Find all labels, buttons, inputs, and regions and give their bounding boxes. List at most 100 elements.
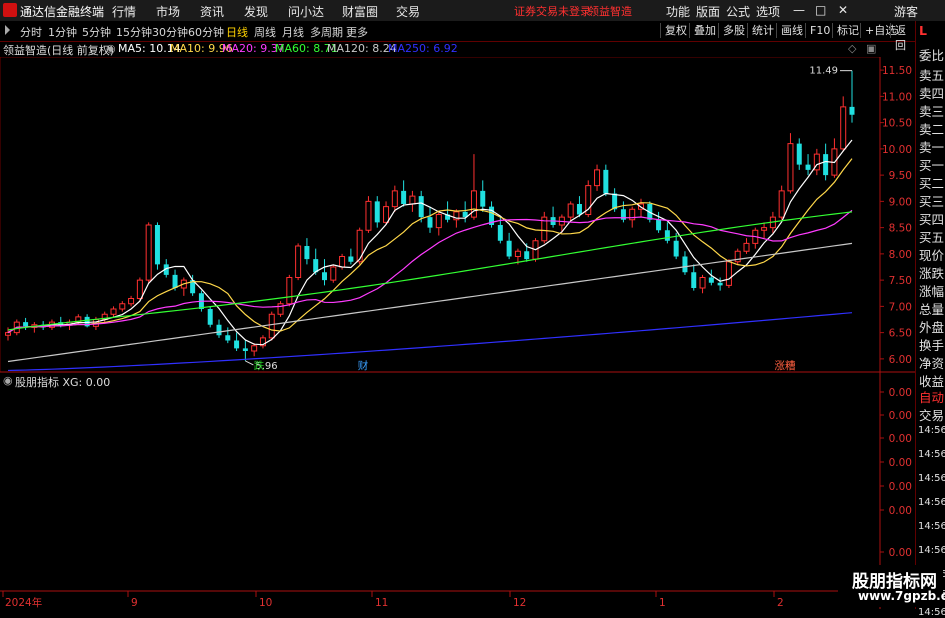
high-label: 11.49 — [809, 66, 838, 77]
quote-label: 买三 — [919, 194, 945, 209]
menu-ask[interactable]: 问小达 — [288, 3, 324, 20]
app-title: 通达信金融终端 — [20, 5, 105, 19]
date-label: 2024年 — [5, 596, 42, 609]
tab-daily[interactable]: 日线 — [226, 24, 248, 40]
quote-label: 卖四 — [919, 86, 945, 101]
quote-label: 总量 — [919, 302, 945, 317]
quote-label: 净资 — [919, 356, 945, 371]
candle-body — [119, 303, 126, 310]
candle-body — [823, 154, 829, 176]
candle-body — [5, 332, 11, 336]
watermark: 股朋指标网 www.7gpzb.com — [838, 565, 945, 607]
stock-name: 领益智造 — [588, 5, 632, 18]
tab-timeshare[interactable]: 分时 — [20, 24, 42, 40]
candle-body — [673, 240, 679, 257]
overlay-button[interactable]: 叠加 — [689, 23, 720, 38]
mark-button[interactable]: 标记 — [832, 23, 863, 38]
tab-1min[interactable]: 1分钟 — [48, 24, 77, 40]
menu-options[interactable]: 选项 — [756, 3, 780, 20]
candle-body — [172, 274, 178, 288]
price-tick-label: 11.00 — [882, 91, 912, 103]
quote-label: 卖三 — [919, 104, 945, 119]
tab-weekly[interactable]: 周线 — [254, 24, 276, 40]
multi-stock-button[interactable]: 多股 — [718, 23, 749, 38]
menu-wealth[interactable]: 财富圈 — [342, 3, 378, 20]
indicator-settings-icon[interactable]: ◉ — [3, 374, 13, 387]
candle-body — [348, 256, 354, 262]
candle-body — [322, 272, 327, 281]
candle-body — [391, 190, 398, 208]
candle-body — [725, 261, 732, 286]
ma120-label: MA120: 8.24 — [327, 42, 397, 55]
quote-label: 外盘 — [919, 320, 945, 335]
kline-chart[interactable]: 11.5011.0010.5010.009.509.008.508.007.50… — [0, 57, 915, 609]
candle-body — [787, 143, 794, 192]
menu-function[interactable]: 功能 — [666, 3, 690, 20]
menu-news[interactable]: 资讯 — [200, 3, 224, 20]
candle-body — [427, 217, 433, 228]
collapse-icon[interactable] — [5, 25, 10, 35]
menu-trade[interactable]: 交易 — [396, 3, 420, 20]
candle-body — [365, 200, 372, 231]
candle-body — [409, 195, 416, 205]
quote-label: 卖二 — [919, 122, 945, 137]
sub-tick-label: 0.00 — [889, 505, 912, 517]
price-tick-label: 6.00 — [889, 354, 912, 366]
maximize-button[interactable]: □ — [815, 3, 826, 17]
panel-toggle-icon[interactable]: ▣ — [866, 42, 876, 55]
tab-30min[interactable]: 30分钟 — [152, 24, 188, 40]
menu-discover[interactable]: 发现 — [244, 3, 268, 20]
candle-body — [664, 230, 670, 241]
price-tick-label: 7.00 — [889, 301, 912, 313]
event-marker: 财 — [358, 359, 369, 372]
quote-label: 14:56 — [918, 497, 945, 508]
menu-layout[interactable]: 版面 — [696, 3, 720, 20]
quote-label[interactable]: 自动 — [919, 387, 944, 406]
quote-label: 14:56 — [918, 425, 945, 436]
tab-monthly[interactable]: 月线 — [282, 24, 304, 40]
candle-body — [383, 206, 390, 223]
price-tick-label: 9.00 — [889, 196, 912, 208]
sub-tick-label: 0.00 — [889, 433, 912, 445]
date-label: 9 — [131, 597, 138, 609]
date-label: 11 — [375, 597, 388, 609]
low-pointer — [245, 360, 254, 366]
candle-body — [418, 196, 424, 218]
stats-button[interactable]: 统计 — [747, 23, 778, 38]
date-label: 1 — [659, 597, 666, 609]
quote-label[interactable]: 交易 — [919, 405, 944, 424]
tab-multi-period[interactable]: 多周期 — [310, 24, 343, 40]
user-label[interactable]: 游客 — [894, 3, 918, 20]
f10-button[interactable]: F10 — [805, 23, 834, 38]
chart-options-icon[interactable]: ◇ — [848, 42, 856, 55]
candle-body — [682, 256, 688, 273]
tab-60min[interactable]: 60分钟 — [188, 24, 224, 40]
tab-more[interactable]: 更多 — [346, 24, 368, 40]
login-notice[interactable]: 证券交易未登录 — [514, 3, 591, 19]
candle-body — [268, 313, 275, 339]
candle-body — [497, 225, 503, 241]
quote-label: 涨幅 — [919, 284, 945, 299]
quote-label: 买五 — [919, 230, 945, 245]
menu-quotes[interactable]: 行情 — [112, 3, 136, 20]
quote-label: 卖一 — [919, 140, 945, 155]
menu-formula[interactable]: 公式 — [726, 3, 750, 20]
quote-label: 委比 — [919, 48, 945, 63]
candle-body — [207, 309, 213, 325]
candle-body — [234, 340, 240, 349]
candle-body — [251, 345, 258, 352]
tab-5min[interactable]: 5分钟 — [82, 24, 111, 40]
back-button[interactable]: 返回 — [890, 23, 915, 52]
ma-settings-icon[interactable]: ◉ — [106, 42, 116, 55]
candle-body — [339, 256, 346, 268]
close-button[interactable]: ✕ — [838, 3, 848, 17]
candle-body — [849, 106, 855, 115]
event-marker: 跌 — [254, 359, 265, 372]
menu-market[interactable]: 市场 — [156, 3, 180, 20]
minimize-button[interactable]: — — [793, 3, 805, 17]
adjust-button[interactable]: 复权 — [660, 23, 691, 38]
price-tick-label: 6.50 — [889, 328, 912, 340]
candle-body — [576, 204, 582, 215]
tab-15min[interactable]: 15分钟 — [116, 24, 152, 40]
draw-button[interactable]: 画线 — [776, 23, 807, 38]
